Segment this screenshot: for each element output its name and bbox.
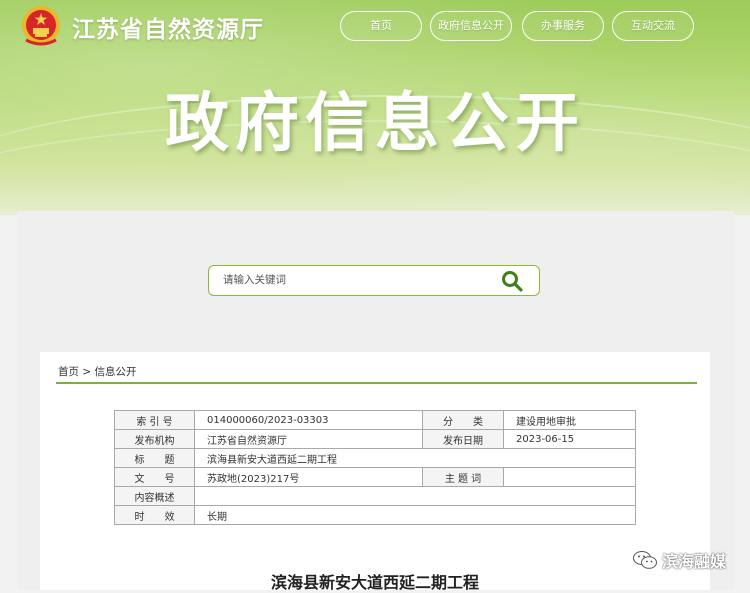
publisher-label: 发布机构 xyxy=(114,429,195,449)
breadcrumb-home[interactable]: 首页 xyxy=(58,366,79,378)
summary-label: 内容概述 xyxy=(114,486,195,506)
nav-interaction[interactable]: 互动交流 xyxy=(612,11,694,41)
validity-label: 时 效 xyxy=(114,505,195,525)
search-box xyxy=(208,265,540,296)
title-value: 滨海县新安大道西延二期工程 xyxy=(194,448,636,468)
site-name[interactable]: 江苏省自然资源厅 xyxy=(72,10,264,44)
table-row: 标 题 滨海县新安大道西延二期工程 xyxy=(114,448,636,468)
national-emblem-icon[interactable] xyxy=(20,4,62,48)
article-title: 滨海县新安大道西延二期工程 xyxy=(270,573,479,592)
date-value: 2023-06-15 xyxy=(503,429,636,449)
nav-home[interactable]: 首页 xyxy=(340,11,422,41)
breadcrumb: 首页 > 信息公开 xyxy=(58,364,137,379)
index-value: 014000060/2023-03303 xyxy=(194,410,423,430)
category-value: 建设用地审批 xyxy=(503,410,636,430)
index-label: 索 引 号 xyxy=(114,410,195,430)
table-row: 索 引 号 014000060/2023-03303 分 类 建设用地审批 xyxy=(114,410,636,430)
document-meta-table: 索 引 号 014000060/2023-03303 分 类 建设用地审批 发布… xyxy=(114,410,636,525)
search-icon[interactable] xyxy=(501,270,523,292)
summary-value xyxy=(194,486,636,506)
table-row: 时 效 长期 xyxy=(114,505,636,525)
validity-value: 长期 xyxy=(194,505,636,525)
breadcrumb-current[interactable]: 信息公开 xyxy=(95,366,137,378)
table-row: 文 号 苏政地(2023)217号 主 题 词 xyxy=(114,467,636,487)
keywords-label: 主 题 词 xyxy=(422,467,504,487)
doc-no-value: 苏政地(2023)217号 xyxy=(194,467,423,487)
keywords-value xyxy=(503,467,636,487)
date-label: 发布日期 xyxy=(422,429,504,449)
publisher-value: 江苏省自然资源厅 xyxy=(194,429,423,449)
header-banner: 江苏省自然资源厅 首页 政府信息公开 办事服务 互动交流 政府信息公开 xyxy=(0,0,750,215)
search-input[interactable] xyxy=(223,266,493,294)
breadcrumb-divider xyxy=(56,382,697,384)
wechat-icon xyxy=(632,551,657,569)
nav-gov-info[interactable]: 政府信息公开 xyxy=(430,11,512,41)
banner-title: 政府信息公开 xyxy=(165,87,585,161)
nav-services[interactable]: 办事服务 xyxy=(522,11,604,41)
table-row: 内容概述 xyxy=(114,486,636,506)
main-nav: 首页 政府信息公开 办事服务 互动交流 xyxy=(340,11,740,41)
title-label: 标 题 xyxy=(114,448,195,468)
table-row: 发布机构 江苏省自然资源厅 发布日期 2023-06-15 xyxy=(114,429,636,449)
breadcrumb-separator: > xyxy=(82,366,92,378)
category-label: 分 类 xyxy=(422,410,504,430)
doc-no-label: 文 号 xyxy=(114,467,195,487)
